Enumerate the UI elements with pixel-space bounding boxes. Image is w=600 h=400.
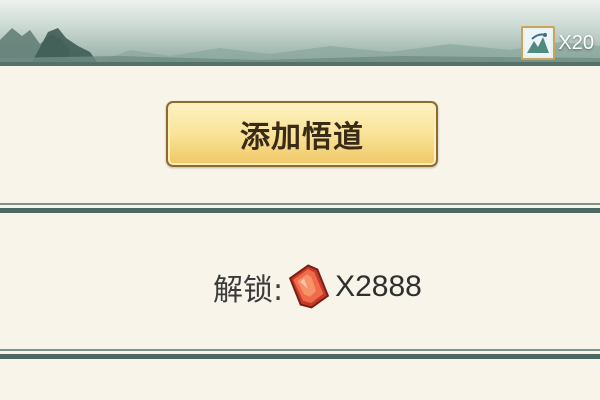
add-enlightenment-label: 添加悟道 xyxy=(240,120,364,155)
add-enlightenment-button[interactable]: 添加悟道 xyxy=(166,101,438,167)
red-gem-icon xyxy=(285,264,333,310)
currency-counter: X20 xyxy=(521,24,594,62)
section-divider xyxy=(0,203,600,213)
currency-count: X20 xyxy=(558,31,594,54)
top-banner: X20 xyxy=(0,0,600,66)
unlock-label: 解锁: xyxy=(213,273,284,308)
painting-scroll-icon xyxy=(521,26,556,60)
unlock-cost-value: X2888 xyxy=(335,270,422,303)
unlock-cost-row: 解锁: X2888 xyxy=(213,264,422,310)
banner-border xyxy=(0,62,600,66)
mountain-landscape-icon xyxy=(0,28,600,66)
section-divider xyxy=(0,349,600,359)
